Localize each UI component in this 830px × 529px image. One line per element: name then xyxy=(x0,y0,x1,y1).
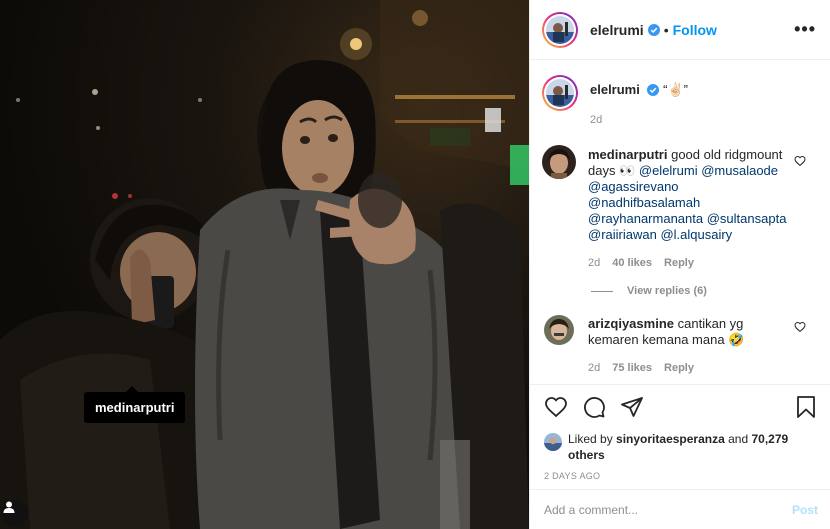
caption-time: 2d xyxy=(590,114,603,126)
comment-likes[interactable]: 40 likes xyxy=(612,255,652,271)
add-comment-bar: Post xyxy=(530,489,830,529)
post-photo[interactable]: medinarputri xyxy=(0,0,529,529)
action-icons-row xyxy=(544,393,818,421)
liked-by-prefix: Liked by xyxy=(568,432,613,446)
mention-link[interactable]: @raiiriawan xyxy=(588,227,657,242)
liked-by-joiner: and xyxy=(728,432,749,446)
user-tag-label[interactable]: medinarputri xyxy=(84,386,186,423)
author-username[interactable]: elelrumi xyxy=(590,22,644,38)
comment-like-heart-icon[interactable] xyxy=(794,321,806,333)
liker-username[interactable]: sinyoritaesperanza xyxy=(616,432,725,446)
comments-list[interactable]: elelrumi “✌🏻” 2d medinarputri good old r… xyxy=(530,61,830,384)
comment-row: medinarputri good old ridgmount days 👀 @… xyxy=(530,145,830,271)
reply-button[interactable]: Reply xyxy=(664,360,694,376)
mention-link[interactable]: @elelrumi xyxy=(639,163,698,178)
post-details-panel: elelrumi • Follow ••• elelrumi “✌🏻” 2d m… xyxy=(529,0,830,529)
mention-link[interactable]: @musalaode xyxy=(701,163,778,178)
replies-divider-line xyxy=(591,290,613,292)
author-avatar[interactable] xyxy=(542,11,578,48)
comment-bubble-icon[interactable] xyxy=(582,395,606,419)
commenter-avatar[interactable] xyxy=(542,145,576,179)
save-bookmark-icon[interactable] xyxy=(794,395,818,419)
view-replies-button[interactable]: View replies (6) xyxy=(591,285,830,297)
caption-avatar[interactable] xyxy=(542,75,578,111)
mention-link[interactable]: @nadhifbasalamah xyxy=(588,195,700,210)
mention-link[interactable]: @l.alqusairy xyxy=(660,227,732,242)
more-options-icon[interactable]: ••• xyxy=(794,19,816,40)
liker-avatar[interactable] xyxy=(544,433,562,451)
avatar-image xyxy=(546,15,574,44)
avatar-image xyxy=(546,79,574,107)
commenter-username[interactable]: arizqiyasmine xyxy=(588,316,674,331)
likes-text: Liked by sinyoritaesperanza and 70,279 o… xyxy=(568,431,818,463)
mention-link[interactable]: @rayhanarmananta xyxy=(588,211,703,226)
like-heart-icon[interactable] xyxy=(544,395,568,419)
caption-row: elelrumi “✌🏻” 2d xyxy=(530,75,830,128)
caption-username[interactable]: elelrumi xyxy=(590,82,640,97)
likes-summary: Liked by sinyoritaesperanza and 70,279 o… xyxy=(544,431,818,463)
post-timestamp[interactable]: 2 DAYS AGO xyxy=(544,471,818,481)
share-paper-plane-icon[interactable] xyxy=(620,395,644,419)
caption-text: “✌🏻” xyxy=(663,82,688,97)
verified-badge-icon xyxy=(647,84,660,96)
comment-time: 2d xyxy=(588,257,601,269)
comment-row: arizqiyasmine cantikan yg kemaren kemana… xyxy=(530,315,830,376)
post-comment-button[interactable]: Post xyxy=(792,503,818,517)
follow-button[interactable]: Follow xyxy=(673,22,717,38)
comment-likes[interactable]: 75 likes xyxy=(612,360,652,376)
separator-dot: • xyxy=(663,21,669,38)
comment-like-heart-icon[interactable] xyxy=(794,155,806,167)
mention-link[interactable]: @agassirevano xyxy=(588,179,679,194)
post-header: elelrumi • Follow ••• xyxy=(530,0,830,60)
add-comment-input[interactable] xyxy=(544,502,792,517)
photo-illustration xyxy=(0,0,529,529)
comment-time: 2d xyxy=(588,362,601,374)
user-icon xyxy=(3,501,15,513)
reply-button[interactable]: Reply xyxy=(664,255,694,271)
mention-link[interactable]: @sultansapta xyxy=(707,211,787,226)
view-replies-label[interactable]: View replies (6) xyxy=(627,285,707,297)
verified-badge-icon xyxy=(647,23,660,36)
commenter-username[interactable]: medinarputri xyxy=(588,147,667,162)
commenter-avatar[interactable] xyxy=(544,315,574,345)
post-actions: Liked by sinyoritaesperanza and 70,279 o… xyxy=(530,384,830,481)
tagged-users-button[interactable] xyxy=(2,500,28,526)
